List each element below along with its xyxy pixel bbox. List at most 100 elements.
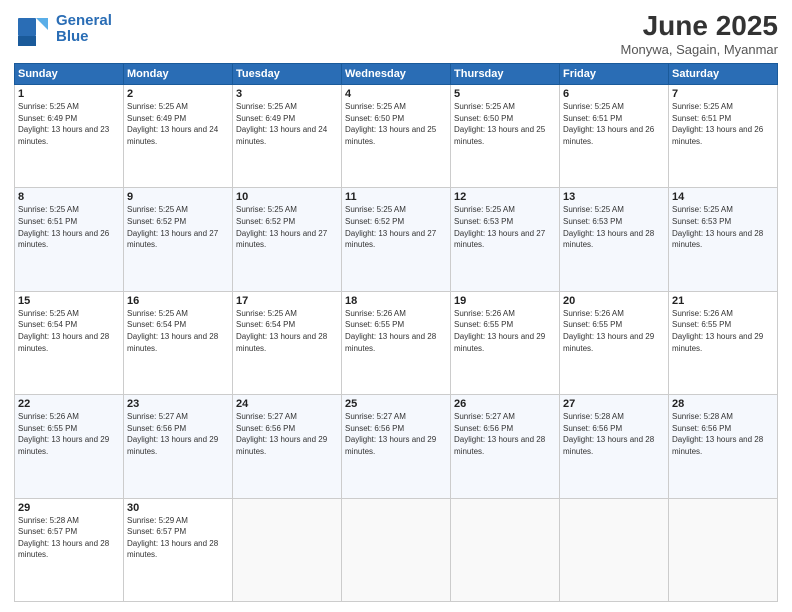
calendar-subtitle: Monywa, Sagain, Myanmar: [620, 42, 778, 57]
calendar-cell: 12Sunrise: 5:25 AMSunset: 6:53 PMDayligh…: [451, 188, 560, 291]
day-number: 15: [18, 295, 120, 307]
day-number: 30: [127, 502, 229, 514]
cell-details: Sunrise: 5:25 AMSunset: 6:51 PMDaylight:…: [672, 101, 774, 147]
cell-details: Sunrise: 5:26 AMSunset: 6:55 PMDaylight:…: [563, 308, 665, 354]
day-number: 29: [18, 502, 120, 514]
cell-details: Sunrise: 5:27 AMSunset: 6:56 PMDaylight:…: [454, 411, 556, 457]
cell-details: Sunrise: 5:25 AMSunset: 6:49 PMDaylight:…: [18, 101, 120, 147]
day-number: 22: [18, 398, 120, 410]
calendar-cell: 4Sunrise: 5:25 AMSunset: 6:50 PMDaylight…: [342, 85, 451, 188]
day-number: 1: [18, 88, 120, 100]
cell-details: Sunrise: 5:28 AMSunset: 6:56 PMDaylight:…: [563, 411, 665, 457]
weekday-header-thursday: Thursday: [451, 64, 560, 85]
day-number: 27: [563, 398, 665, 410]
weekday-header-monday: Monday: [124, 64, 233, 85]
weekday-header-sunday: Sunday: [15, 64, 124, 85]
logo: General Blue: [14, 10, 112, 48]
day-number: 3: [236, 88, 338, 100]
calendar-cell: [560, 498, 669, 601]
calendar-cell: [451, 498, 560, 601]
calendar-cell: 21Sunrise: 5:26 AMSunset: 6:55 PMDayligh…: [669, 291, 778, 394]
cell-details: Sunrise: 5:25 AMSunset: 6:52 PMDaylight:…: [345, 204, 447, 250]
cell-details: Sunrise: 5:25 AMSunset: 6:49 PMDaylight:…: [236, 101, 338, 147]
calendar-cell: 19Sunrise: 5:26 AMSunset: 6:55 PMDayligh…: [451, 291, 560, 394]
day-number: 9: [127, 191, 229, 203]
day-number: 26: [454, 398, 556, 410]
day-number: 8: [18, 191, 120, 203]
day-number: 13: [563, 191, 665, 203]
week-row-5: 29Sunrise: 5:28 AMSunset: 6:57 PMDayligh…: [15, 498, 778, 601]
calendar-cell: 2Sunrise: 5:25 AMSunset: 6:49 PMDaylight…: [124, 85, 233, 188]
calendar-cell: 25Sunrise: 5:27 AMSunset: 6:56 PMDayligh…: [342, 395, 451, 498]
week-row-1: 1Sunrise: 5:25 AMSunset: 6:49 PMDaylight…: [15, 85, 778, 188]
calendar-cell: 6Sunrise: 5:25 AMSunset: 6:51 PMDaylight…: [560, 85, 669, 188]
day-number: 11: [345, 191, 447, 203]
cell-details: Sunrise: 5:27 AMSunset: 6:56 PMDaylight:…: [127, 411, 229, 457]
title-block: June 2025 Monywa, Sagain, Myanmar: [620, 10, 778, 57]
calendar-cell: 13Sunrise: 5:25 AMSunset: 6:53 PMDayligh…: [560, 188, 669, 291]
calendar-cell: 18Sunrise: 5:26 AMSunset: 6:55 PMDayligh…: [342, 291, 451, 394]
calendar-cell: 27Sunrise: 5:28 AMSunset: 6:56 PMDayligh…: [560, 395, 669, 498]
calendar-title: June 2025: [620, 10, 778, 42]
calendar-cell: 28Sunrise: 5:28 AMSunset: 6:56 PMDayligh…: [669, 395, 778, 498]
cell-details: Sunrise: 5:25 AMSunset: 6:52 PMDaylight:…: [127, 204, 229, 250]
day-number: 20: [563, 295, 665, 307]
cell-details: Sunrise: 5:29 AMSunset: 6:57 PMDaylight:…: [127, 515, 229, 561]
calendar-cell: 29Sunrise: 5:28 AMSunset: 6:57 PMDayligh…: [15, 498, 124, 601]
day-number: 17: [236, 295, 338, 307]
calendar-cell: 10Sunrise: 5:25 AMSunset: 6:52 PMDayligh…: [233, 188, 342, 291]
calendar-cell: 11Sunrise: 5:25 AMSunset: 6:52 PMDayligh…: [342, 188, 451, 291]
calendar-cell: 26Sunrise: 5:27 AMSunset: 6:56 PMDayligh…: [451, 395, 560, 498]
cell-details: Sunrise: 5:25 AMSunset: 6:52 PMDaylight:…: [236, 204, 338, 250]
cell-details: Sunrise: 5:28 AMSunset: 6:57 PMDaylight:…: [18, 515, 120, 561]
cell-details: Sunrise: 5:25 AMSunset: 6:53 PMDaylight:…: [454, 204, 556, 250]
day-number: 12: [454, 191, 556, 203]
logo-text: General Blue: [56, 13, 112, 46]
week-row-4: 22Sunrise: 5:26 AMSunset: 6:55 PMDayligh…: [15, 395, 778, 498]
header: General Blue June 2025 Monywa, Sagain, M…: [14, 10, 778, 57]
day-number: 5: [454, 88, 556, 100]
logo-svg: [14, 10, 52, 48]
weekday-header-friday: Friday: [560, 64, 669, 85]
day-number: 4: [345, 88, 447, 100]
calendar-cell: 1Sunrise: 5:25 AMSunset: 6:49 PMDaylight…: [15, 85, 124, 188]
calendar-cell: 22Sunrise: 5:26 AMSunset: 6:55 PMDayligh…: [15, 395, 124, 498]
day-number: 18: [345, 295, 447, 307]
calendar-cell: 14Sunrise: 5:25 AMSunset: 6:53 PMDayligh…: [669, 188, 778, 291]
day-number: 23: [127, 398, 229, 410]
cell-details: Sunrise: 5:26 AMSunset: 6:55 PMDaylight:…: [18, 411, 120, 457]
cell-details: Sunrise: 5:25 AMSunset: 6:54 PMDaylight:…: [127, 308, 229, 354]
week-row-3: 15Sunrise: 5:25 AMSunset: 6:54 PMDayligh…: [15, 291, 778, 394]
calendar-cell: 15Sunrise: 5:25 AMSunset: 6:54 PMDayligh…: [15, 291, 124, 394]
calendar-cell: 23Sunrise: 5:27 AMSunset: 6:56 PMDayligh…: [124, 395, 233, 498]
cell-details: Sunrise: 5:25 AMSunset: 6:54 PMDaylight:…: [18, 308, 120, 354]
calendar-cell: 16Sunrise: 5:25 AMSunset: 6:54 PMDayligh…: [124, 291, 233, 394]
day-number: 2: [127, 88, 229, 100]
cell-details: Sunrise: 5:25 AMSunset: 6:51 PMDaylight:…: [18, 204, 120, 250]
cell-details: Sunrise: 5:27 AMSunset: 6:56 PMDaylight:…: [345, 411, 447, 457]
calendar-cell: [233, 498, 342, 601]
calendar-cell: 24Sunrise: 5:27 AMSunset: 6:56 PMDayligh…: [233, 395, 342, 498]
day-number: 21: [672, 295, 774, 307]
calendar-cell: [342, 498, 451, 601]
cell-details: Sunrise: 5:26 AMSunset: 6:55 PMDaylight:…: [672, 308, 774, 354]
calendar-cell: [669, 498, 778, 601]
day-number: 28: [672, 398, 774, 410]
cell-details: Sunrise: 5:26 AMSunset: 6:55 PMDaylight:…: [454, 308, 556, 354]
calendar-cell: 7Sunrise: 5:25 AMSunset: 6:51 PMDaylight…: [669, 85, 778, 188]
cell-details: Sunrise: 5:25 AMSunset: 6:50 PMDaylight:…: [345, 101, 447, 147]
weekday-header-saturday: Saturday: [669, 64, 778, 85]
weekday-header-row: SundayMondayTuesdayWednesdayThursdayFrid…: [15, 64, 778, 85]
cell-details: Sunrise: 5:25 AMSunset: 6:54 PMDaylight:…: [236, 308, 338, 354]
day-number: 6: [563, 88, 665, 100]
weekday-header-tuesday: Tuesday: [233, 64, 342, 85]
cell-details: Sunrise: 5:27 AMSunset: 6:56 PMDaylight:…: [236, 411, 338, 457]
day-number: 25: [345, 398, 447, 410]
week-row-2: 8Sunrise: 5:25 AMSunset: 6:51 PMDaylight…: [15, 188, 778, 291]
weekday-header-wednesday: Wednesday: [342, 64, 451, 85]
day-number: 24: [236, 398, 338, 410]
cell-details: Sunrise: 5:25 AMSunset: 6:49 PMDaylight:…: [127, 101, 229, 147]
day-number: 16: [127, 295, 229, 307]
day-number: 10: [236, 191, 338, 203]
cell-details: Sunrise: 5:25 AMSunset: 6:53 PMDaylight:…: [672, 204, 774, 250]
